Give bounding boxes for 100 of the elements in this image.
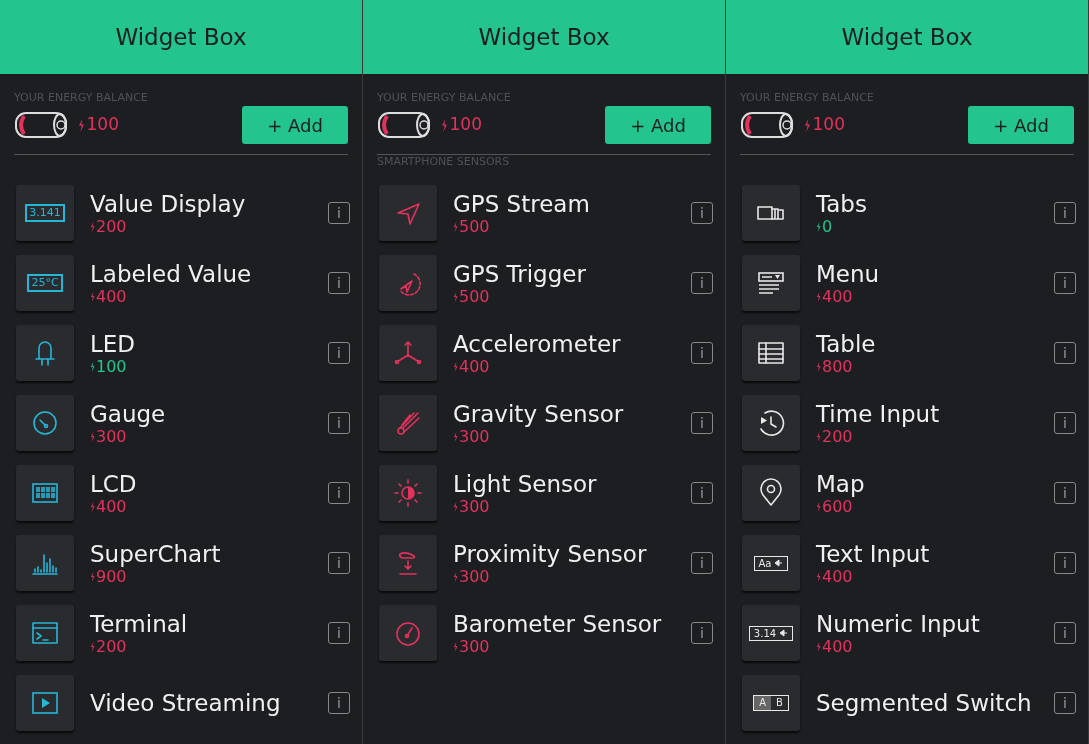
widget-price: 0 bbox=[822, 217, 833, 236]
info-button[interactable]: i bbox=[1054, 412, 1076, 434]
widget-name: Segmented Switch bbox=[816, 689, 1033, 717]
widget-tile[interactable] bbox=[742, 185, 800, 241]
widget-tile[interactable] bbox=[16, 675, 74, 731]
info-button[interactable]: i bbox=[328, 552, 350, 574]
widget-tile[interactable]: Aa bbox=[742, 535, 800, 591]
input-field-icon: 3.14 bbox=[748, 625, 794, 641]
widget-tile[interactable] bbox=[379, 605, 437, 661]
widget-tile[interactable] bbox=[742, 255, 800, 311]
widget-price: 300 bbox=[96, 427, 127, 446]
widget-tile[interactable] bbox=[742, 395, 800, 451]
widget-tile[interactable]: 3.14 bbox=[742, 605, 800, 661]
value-display-icon: 25°C bbox=[27, 274, 63, 292]
widget-tile[interactable] bbox=[16, 605, 74, 661]
widget-price: 300 bbox=[459, 497, 490, 516]
bolt-icon bbox=[453, 571, 458, 582]
widget-price: 400 bbox=[822, 287, 853, 306]
add-button[interactable]: + Add bbox=[605, 106, 711, 144]
add-button[interactable]: + Add bbox=[968, 106, 1074, 144]
widget-name: Gauge bbox=[90, 400, 167, 428]
bolt-icon bbox=[453, 501, 458, 512]
widget-name: LCD bbox=[90, 470, 138, 498]
widget-tile[interactable] bbox=[379, 395, 437, 451]
info-button[interactable]: i bbox=[1054, 202, 1076, 224]
widget-name: Terminal bbox=[90, 610, 189, 638]
bolt-icon bbox=[90, 501, 95, 512]
widget-tile[interactable]: A B bbox=[742, 675, 800, 731]
info-button[interactable]: i bbox=[1054, 692, 1076, 714]
bolt-icon bbox=[78, 118, 85, 132]
widget-name: Value Display bbox=[90, 190, 247, 218]
info-button[interactable]: i bbox=[328, 622, 350, 644]
bolt-icon bbox=[816, 501, 821, 512]
info-button[interactable]: i bbox=[1054, 272, 1076, 294]
widget-price: 200 bbox=[96, 637, 127, 656]
widget-tile[interactable] bbox=[379, 185, 437, 241]
widget-price: 500 bbox=[459, 287, 490, 306]
widget-tile[interactable] bbox=[16, 465, 74, 521]
info-button[interactable]: i bbox=[1054, 622, 1076, 644]
info-button[interactable]: i bbox=[691, 272, 713, 294]
info-button[interactable]: i bbox=[328, 692, 350, 714]
widget-name: Text Input bbox=[816, 540, 931, 568]
info-button[interactable]: i bbox=[691, 412, 713, 434]
widget-name: Accelerometer bbox=[453, 330, 622, 358]
bolt-icon bbox=[90, 431, 95, 442]
widget-price: 100 bbox=[96, 357, 127, 376]
bolt-icon bbox=[90, 291, 95, 302]
info-button[interactable]: i bbox=[691, 622, 713, 644]
info-button[interactable]: i bbox=[328, 482, 350, 504]
segmented-switch-icon: A B bbox=[753, 695, 789, 711]
bolt-icon bbox=[90, 361, 95, 372]
battery-icon bbox=[740, 110, 796, 140]
info-button[interactable]: i bbox=[691, 342, 713, 364]
info-button[interactable]: i bbox=[328, 412, 350, 434]
info-button[interactable]: i bbox=[691, 202, 713, 224]
widget-tile[interactable] bbox=[379, 535, 437, 591]
widget-name: Gravity Sensor bbox=[453, 400, 625, 428]
widget-tile[interactable] bbox=[16, 395, 74, 451]
info-button[interactable]: i bbox=[1054, 552, 1076, 574]
widget-price: 400 bbox=[822, 637, 853, 656]
widget-price: 200 bbox=[96, 217, 127, 236]
balance-value: 100 bbox=[86, 113, 119, 137]
sun-icon bbox=[392, 477, 424, 509]
value-display-icon: 3.141 bbox=[25, 204, 65, 222]
bolt-icon bbox=[453, 641, 458, 652]
widget-name: Barometer Sensor bbox=[453, 610, 663, 638]
bolt-icon bbox=[816, 571, 821, 582]
info-button[interactable]: i bbox=[691, 482, 713, 504]
battery-icon bbox=[14, 110, 70, 140]
widget-tile[interactable] bbox=[742, 325, 800, 381]
widget-price: 300 bbox=[459, 637, 490, 656]
widget-tile[interactable]: 3.141 bbox=[16, 185, 74, 241]
widget-tile[interactable] bbox=[379, 325, 437, 381]
add-button[interactable]: + Add bbox=[242, 106, 348, 144]
widget-name: Numeric Input bbox=[816, 610, 981, 638]
bolt-icon bbox=[816, 291, 821, 302]
widget-name: LED bbox=[90, 330, 137, 358]
info-button[interactable]: i bbox=[328, 342, 350, 364]
widget-name: Video Streaming bbox=[90, 689, 282, 717]
widget-name: Proximity Sensor bbox=[453, 540, 648, 568]
balance-value: 100 bbox=[449, 113, 482, 137]
info-button[interactable]: i bbox=[328, 272, 350, 294]
bolt-icon bbox=[816, 431, 821, 442]
widget-tile[interactable] bbox=[16, 325, 74, 381]
widget-tile[interactable] bbox=[16, 535, 74, 591]
widget-name: Table bbox=[816, 330, 877, 358]
widget-price: 300 bbox=[459, 427, 490, 446]
header-title: Widget Box bbox=[478, 22, 610, 52]
widget-tile[interactable] bbox=[379, 255, 437, 311]
widget-tile[interactable] bbox=[742, 465, 800, 521]
info-button[interactable]: i bbox=[1054, 342, 1076, 364]
widget-tile[interactable] bbox=[379, 465, 437, 521]
info-button[interactable]: i bbox=[328, 202, 350, 224]
widget-name: Map bbox=[816, 470, 866, 498]
widget-tile[interactable]: 25°C bbox=[16, 255, 74, 311]
widget-name: GPS Stream bbox=[453, 190, 591, 218]
bolt-icon bbox=[816, 641, 821, 652]
info-button[interactable]: i bbox=[1054, 482, 1076, 504]
info-button[interactable]: i bbox=[691, 552, 713, 574]
widget-price: 500 bbox=[459, 217, 490, 236]
